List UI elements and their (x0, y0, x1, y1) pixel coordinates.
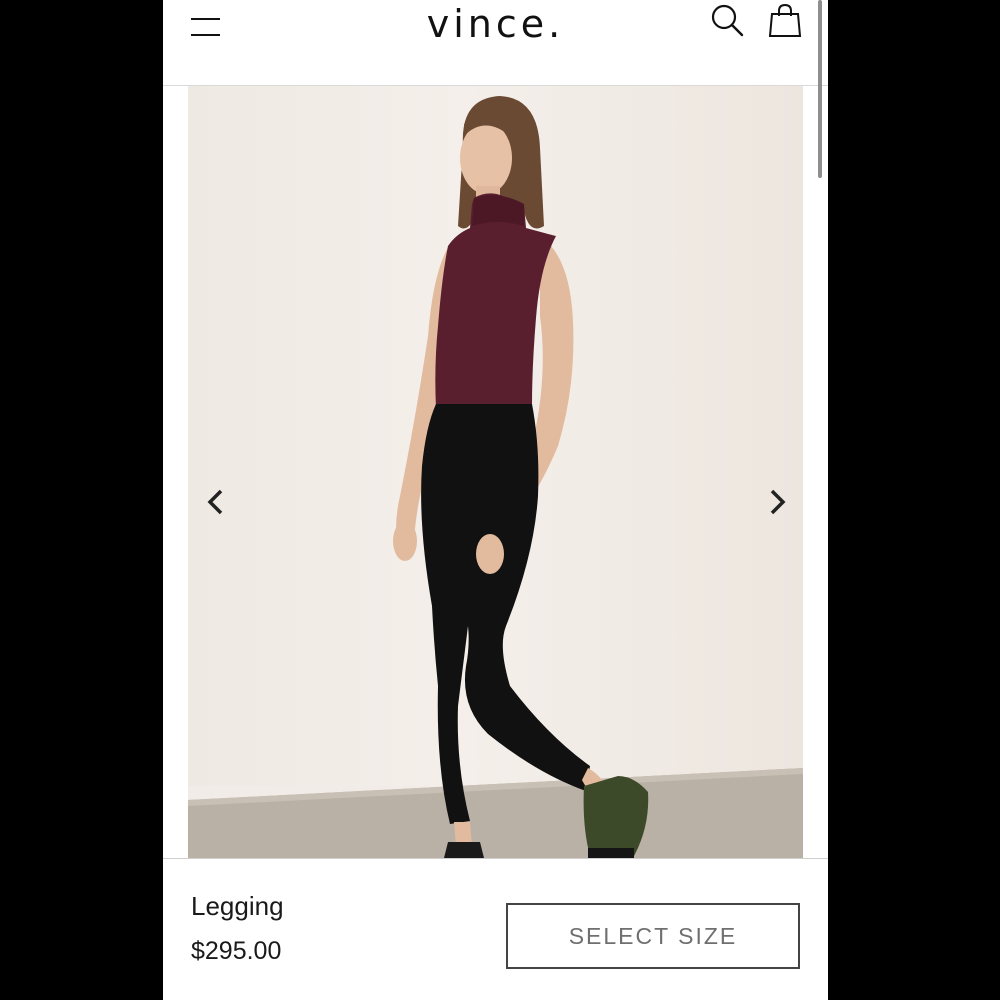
next-image-button[interactable] (759, 484, 795, 520)
product-purchase-bar: Legging $295.00 SELECT SIZE (163, 858, 828, 1000)
product-price: $295.00 (191, 937, 282, 965)
shopping-bag-button[interactable] (767, 2, 803, 40)
model-legging-photo (393, 96, 649, 858)
product-image-carousel[interactable] (188, 86, 803, 858)
site-header: vince. (163, 0, 828, 178)
chevron-right-icon (770, 489, 786, 515)
select-size-button[interactable]: SELECT SIZE (506, 903, 800, 969)
shopping-bag-icon (768, 3, 802, 37)
previous-image-button[interactable] (198, 484, 234, 520)
search-button[interactable] (709, 2, 747, 40)
search-icon (711, 4, 744, 37)
phone-viewport: vince. Legging $295.00 SELECT SIZE (163, 0, 828, 1000)
scrollbar[interactable] (818, 0, 822, 180)
product-name: Legging (191, 891, 284, 921)
scrollbar-thumb[interactable] (818, 0, 822, 178)
chevron-left-icon (207, 489, 223, 515)
